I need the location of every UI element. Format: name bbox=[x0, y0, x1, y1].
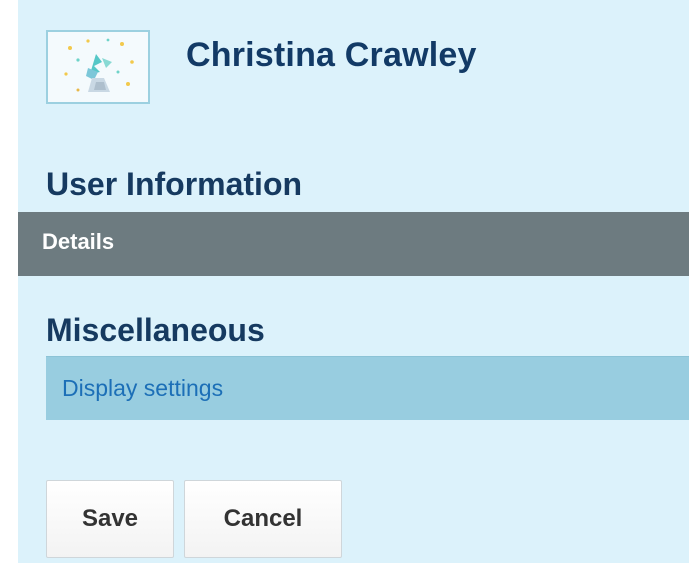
display-settings-link[interactable]: Display settings bbox=[46, 356, 689, 420]
cancel-button[interactable]: Cancel bbox=[184, 480, 342, 558]
save-button[interactable]: Save bbox=[46, 480, 174, 558]
avatar bbox=[46, 30, 150, 104]
user-name: Christina Crawley bbox=[186, 36, 477, 74]
miscellaneous-heading: Miscellaneous bbox=[46, 312, 265, 348]
user-information-heading: User Information bbox=[46, 166, 303, 202]
details-section-bar[interactable]: Details bbox=[18, 212, 689, 276]
user-profile-panel: Christina Crawley User Information Detai… bbox=[18, 0, 689, 563]
details-label: Details bbox=[42, 229, 115, 254]
avatar-sparkle-icon bbox=[64, 38, 134, 92]
display-settings-label: Display settings bbox=[62, 375, 224, 401]
